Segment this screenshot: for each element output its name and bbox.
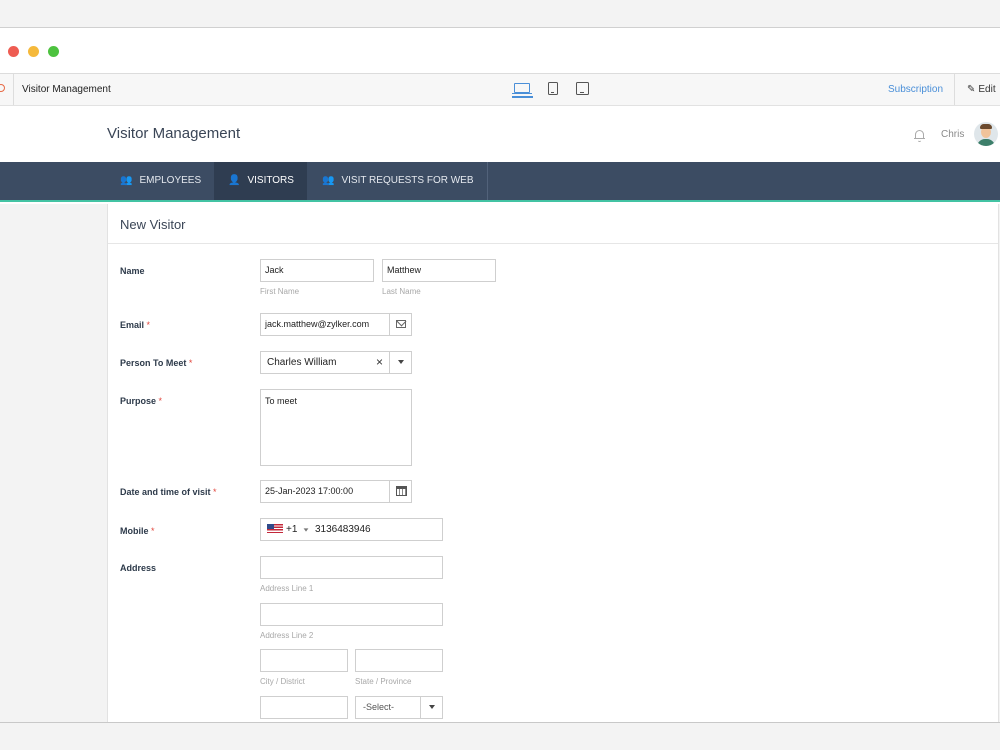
- address-line2-hint: Address Line 2: [260, 631, 314, 640]
- visit-requests-icon: 👥: [322, 175, 335, 186]
- subscription-link[interactable]: Subscription: [888, 84, 943, 95]
- mobile-number-value: 3136483946: [314, 524, 371, 535]
- notification-bell-icon[interactable]: [914, 129, 925, 142]
- clear-selection-icon[interactable]: ×: [376, 352, 383, 373]
- address-label: Address: [120, 563, 157, 573]
- window-titlebar: [0, 28, 1000, 74]
- tab-employees[interactable]: 👥 EMPLOYEES: [107, 162, 214, 200]
- calendar-icon: [396, 486, 407, 496]
- us-flag-icon: [267, 524, 283, 533]
- user-name[interactable]: Chris: [941, 129, 964, 140]
- email-addon: [389, 314, 411, 335]
- app-header: Visitor Management Chris: [0, 106, 1000, 162]
- chevron-down-icon: [429, 705, 435, 709]
- visitor-icon: 👤: [228, 175, 241, 186]
- edit-button[interactable]: ✎ Edit: [967, 84, 996, 95]
- person-to-meet-select[interactable]: Charles William ×: [260, 351, 412, 374]
- address-line1-hint: Address Line 1: [260, 584, 314, 593]
- country-select[interactable]: -Select-: [355, 696, 443, 719]
- first-name-input[interactable]: Jack: [260, 259, 374, 282]
- avatar[interactable]: [974, 122, 998, 146]
- app-name: Visitor Management: [22, 84, 111, 95]
- purpose-textarea[interactable]: To meet: [260, 389, 412, 466]
- name-label: Name: [120, 266, 145, 276]
- main-nav: 👥 EMPLOYEES 👤 VISITORS 👥 VISIT REQUESTS FOR…: [0, 162, 1000, 202]
- country-dropdown-toggle[interactable]: [420, 697, 442, 718]
- last-name-hint: Last Name: [382, 287, 421, 296]
- mobile-label: Mobile *: [120, 526, 155, 536]
- address-line1-input[interactable]: [260, 556, 443, 579]
- pencil-icon: ✎: [967, 84, 976, 95]
- envelope-icon: [396, 320, 406, 328]
- state-hint: State / Province: [355, 677, 412, 686]
- city-hint: City / District: [260, 677, 305, 686]
- minimize-window-button[interactable]: [28, 46, 39, 57]
- postal-code-input[interactable]: [260, 696, 348, 719]
- maximize-window-button[interactable]: [48, 46, 59, 57]
- country-code-selector[interactable]: +1: [267, 524, 312, 535]
- chevron-down-icon: [303, 528, 309, 532]
- mobile-field[interactable]: +1 3136483946: [260, 518, 443, 541]
- person-to-meet-label: Person To Meet *: [120, 358, 193, 368]
- content-area: New Visitor Name Jack First Name Matthew…: [0, 204, 1000, 722]
- phone-icon[interactable]: [548, 82, 558, 95]
- chevron-down-icon: [398, 360, 404, 364]
- tablet-icon[interactable]: [576, 82, 589, 95]
- app-window: Visitor Management Subscription ✎ Edit Vi…: [0, 27, 1000, 723]
- person-dropdown-toggle[interactable]: [389, 352, 411, 373]
- laptop-icon[interactable]: [512, 82, 533, 98]
- last-name-input[interactable]: Matthew: [382, 259, 496, 282]
- visit-datetime-label: Date and time of visit *: [120, 487, 217, 497]
- city-input[interactable]: [260, 649, 348, 672]
- app-logo-icon[interactable]: [0, 84, 5, 92]
- datetime-picker-button[interactable]: [389, 481, 411, 502]
- email-label: Email *: [120, 320, 151, 330]
- first-name-hint: First Name: [260, 287, 300, 296]
- close-window-button[interactable]: [8, 46, 19, 57]
- form-title: New Visitor: [120, 217, 186, 232]
- purpose-label: Purpose *: [120, 396, 163, 406]
- app-toolbar: Visitor Management Subscription ✎ Edit: [0, 74, 1000, 106]
- visit-datetime-input[interactable]: 25-Jan-2023 17:00:00: [260, 480, 412, 503]
- tab-visit-requests[interactable]: 👥 VISIT REQUESTS FOR WEB: [307, 162, 487, 200]
- tab-visitors[interactable]: 👤 VISITORS: [214, 162, 307, 200]
- page-title: Visitor Management: [107, 125, 241, 142]
- new-visitor-form: New Visitor Name Jack First Name Matthew…: [107, 204, 999, 722]
- employees-icon: 👥: [120, 175, 133, 186]
- email-field[interactable]: jack.matthew@zylker.com: [260, 313, 412, 336]
- state-input[interactable]: [355, 649, 443, 672]
- address-line2-input[interactable]: [260, 603, 443, 626]
